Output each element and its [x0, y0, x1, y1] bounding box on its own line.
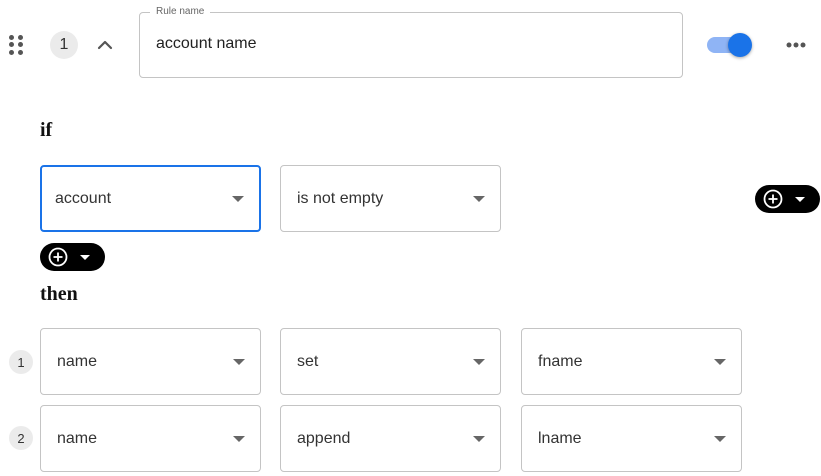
action-operation-value: append: [297, 429, 351, 447]
then-heading: then: [40, 283, 78, 305]
rule-index-badge: 1: [50, 31, 78, 59]
caret-down-icon: [80, 255, 90, 260]
caret-down-icon: [233, 358, 245, 365]
action-operation-value: set: [297, 352, 319, 370]
action-operation-select[interactable]: append: [280, 405, 501, 472]
action-field-value: name: [57, 352, 98, 370]
chevron-up-icon[interactable]: [97, 38, 113, 50]
action-value-select[interactable]: fname: [521, 328, 742, 395]
action-value-value: fname: [538, 352, 583, 370]
more-horizontal-icon[interactable]: [785, 38, 807, 52]
action-index-badge: 1: [9, 350, 33, 374]
toggle-thumb: [728, 33, 752, 57]
add-condition-group-button[interactable]: [755, 185, 820, 213]
caret-down-icon: [473, 435, 485, 442]
rule-index-label: 1: [59, 36, 69, 53]
action-field-select[interactable]: name: [40, 405, 261, 472]
condition-operator-select[interactable]: is not empty: [280, 165, 501, 232]
action-value-value: lname: [538, 429, 582, 447]
add-circle-icon: [763, 189, 783, 209]
rule-name-field[interactable]: Rule name account name: [139, 6, 683, 78]
rule-name-label: Rule name: [150, 6, 211, 18]
caret-down-icon: [795, 197, 805, 202]
caret-down-icon: [473, 195, 485, 202]
action-field-value: name: [57, 429, 98, 447]
add-circle-icon: [48, 247, 68, 267]
caret-down-icon: [714, 435, 726, 442]
action-field-select[interactable]: name: [40, 328, 261, 395]
caret-down-icon: [714, 358, 726, 365]
action-value-select[interactable]: lname: [521, 405, 742, 472]
action-index-label: 1: [17, 354, 25, 370]
rule-name-value[interactable]: account name: [156, 35, 257, 53]
if-heading: if: [40, 119, 53, 141]
action-index-badge: 2: [9, 426, 33, 450]
rule-editor: 1 Rule name account name if account is n…: [0, 0, 821, 476]
rule-enabled-toggle[interactable]: [706, 32, 754, 58]
add-condition-button[interactable]: [40, 243, 105, 271]
condition-field-select[interactable]: account: [40, 165, 261, 232]
condition-field-value: account: [55, 189, 112, 207]
action-index-label: 2: [17, 430, 25, 446]
action-operation-select[interactable]: set: [280, 328, 501, 395]
caret-down-icon: [473, 358, 485, 365]
caret-down-icon: [233, 435, 245, 442]
caret-down-icon: [232, 195, 244, 202]
drag-handle-icon[interactable]: [9, 35, 23, 55]
condition-operator-value: is not empty: [297, 189, 384, 207]
